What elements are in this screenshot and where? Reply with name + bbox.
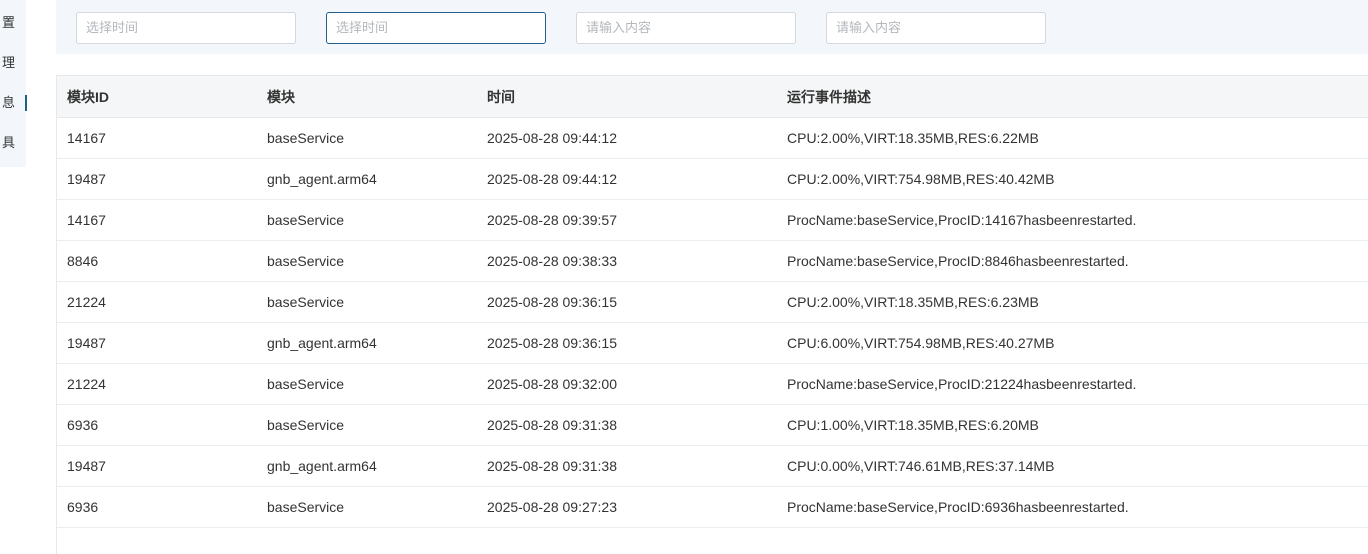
search-input-1[interactable]: 请输入内容	[576, 12, 796, 44]
column-header-module-id: 模块ID	[67, 88, 109, 105]
sidebar-item-label: 具	[2, 135, 16, 150]
cell-description: CPU:0.00%,VIRT:746.61MB,RES:37.14MB	[787, 458, 1055, 474]
cell-module: baseService	[267, 294, 345, 310]
cell-module: baseService	[267, 130, 345, 146]
cell-module-id: 19487	[67, 171, 106, 187]
cell-time: 2025-08-28 09:31:38	[487, 458, 617, 474]
cell-time: 2025-08-28 09:31:38	[487, 417, 617, 433]
table-row[interactable]: 19487 gnb_agent.arm64 2025-08-28 09:44:12 C…	[57, 159, 1368, 200]
cell-module: baseService	[267, 253, 345, 269]
column-header-time: 时间	[487, 88, 515, 105]
cell-module: baseService	[267, 499, 345, 515]
sidebar-item-label: 置	[2, 15, 16, 30]
cell-module: baseService	[267, 417, 345, 433]
sidebar: 置 理 息 具	[0, 0, 27, 167]
cell-time: 2025-08-28 09:44:12	[487, 130, 617, 146]
cell-description: CPU:2.00%,VIRT:754.98MB,RES:40.42MB	[787, 171, 1055, 187]
cell-module: baseService	[267, 376, 345, 392]
cell-module-id: 6936	[67, 499, 99, 515]
table-row[interactable]: 19487 gnb_agent.arm64 2025-08-28 09:31:38 C…	[57, 446, 1368, 487]
cell-description: ProcName:baseService,ProcID:21224hasbeen…	[787, 376, 1137, 392]
sidebar-item-tools[interactable]: 具	[0, 131, 26, 155]
cell-module-id: 14167	[67, 212, 106, 228]
cell-module: gnb_agent.arm64	[267, 171, 377, 187]
sidebar-item-label: 理	[2, 55, 16, 70]
column-header-description: 运行事件描述	[787, 88, 871, 105]
cell-module: gnb_agent.arm64	[267, 458, 377, 474]
table-row[interactable]: 6936 baseService 2025-08-28 09:27:23 ProcNa…	[57, 487, 1368, 528]
search-input-2[interactable]: 请输入内容	[826, 12, 1046, 44]
cell-description: CPU:2.00%,VIRT:18.35MB,RES:6.23MB	[787, 294, 1039, 310]
cell-module-id: 6936	[67, 417, 99, 433]
cell-time: 2025-08-28 09:27:23	[487, 499, 617, 515]
column-header-module: 模块	[267, 88, 295, 105]
cell-description: ProcName:baseService,ProcID:6936hasbeenr…	[787, 499, 1129, 515]
table-body: 14167 baseService 2025-08-28 09:44:12 CPU:2…	[57, 118, 1368, 528]
cell-module-id: 8846	[67, 253, 99, 269]
event-table: 模块ID 模块 时间 运行事件描述 14167 baseService 2025-0…	[56, 75, 1368, 554]
table-row[interactable]: 6936 baseService 2025-08-28 09:31:38 CPU:1.…	[57, 405, 1368, 446]
cell-time: 2025-08-28 09:36:15	[487, 335, 617, 351]
table-row[interactable]: 14167 baseService 2025-08-28 09:39:57 ProcN…	[57, 200, 1368, 241]
cell-time: 2025-08-28 09:38:33	[487, 253, 617, 269]
table-row[interactable]: 21224 baseService 2025-08-28 09:32:00 ProcN…	[57, 364, 1368, 405]
sidebar-item-settings[interactable]: 置	[0, 11, 26, 35]
sidebar-item-management[interactable]: 理	[0, 51, 26, 75]
table-header: 模块ID 模块 时间 运行事件描述	[57, 76, 1368, 118]
cell-module: gnb_agent.arm64	[267, 335, 377, 351]
cell-description: ProcName:baseService,ProcID:8846hasbeenr…	[787, 253, 1129, 269]
table-row[interactable]: 14167 baseService 2025-08-28 09:44:12 CPU:2…	[57, 118, 1368, 159]
sidebar-item-info[interactable]: 息	[0, 91, 27, 115]
cell-description: ProcName:baseService,ProcID:14167hasbeen…	[787, 212, 1137, 228]
cell-time: 2025-08-28 09:32:00	[487, 376, 617, 392]
filter-bar: 选择时间 选择时间 请输入内容 请输入内容	[56, 0, 1368, 54]
cell-module-id: 21224	[67, 376, 106, 392]
cell-description: CPU:6.00%,VIRT:754.98MB,RES:40.27MB	[787, 335, 1055, 351]
table-row[interactable]: 19487 gnb_agent.arm64 2025-08-28 09:36:15 C…	[57, 323, 1368, 364]
cell-description: CPU:1.00%,VIRT:18.35MB,RES:6.20MB	[787, 417, 1039, 433]
sidebar-item-label: 息	[2, 95, 16, 110]
cell-module-id: 14167	[67, 130, 106, 146]
table-row[interactable]: 8846 baseService 2025-08-28 09:38:33 ProcNa…	[57, 241, 1368, 282]
start-time-picker[interactable]: 选择时间	[76, 12, 296, 44]
cell-description: CPU:2.00%,VIRT:18.35MB,RES:6.22MB	[787, 130, 1039, 146]
cell-module-id: 19487	[67, 335, 106, 351]
table-row[interactable]: 21224 baseService 2025-08-28 09:36:15 CPU:2…	[57, 282, 1368, 323]
cell-module: baseService	[267, 212, 345, 228]
cell-module-id: 19487	[67, 458, 106, 474]
cell-module-id: 21224	[67, 294, 106, 310]
cell-time: 2025-08-28 09:44:12	[487, 171, 617, 187]
cell-time: 2025-08-28 09:36:15	[487, 294, 617, 310]
end-time-picker[interactable]: 选择时间	[326, 12, 546, 44]
cell-time: 2025-08-28 09:39:57	[487, 212, 617, 228]
